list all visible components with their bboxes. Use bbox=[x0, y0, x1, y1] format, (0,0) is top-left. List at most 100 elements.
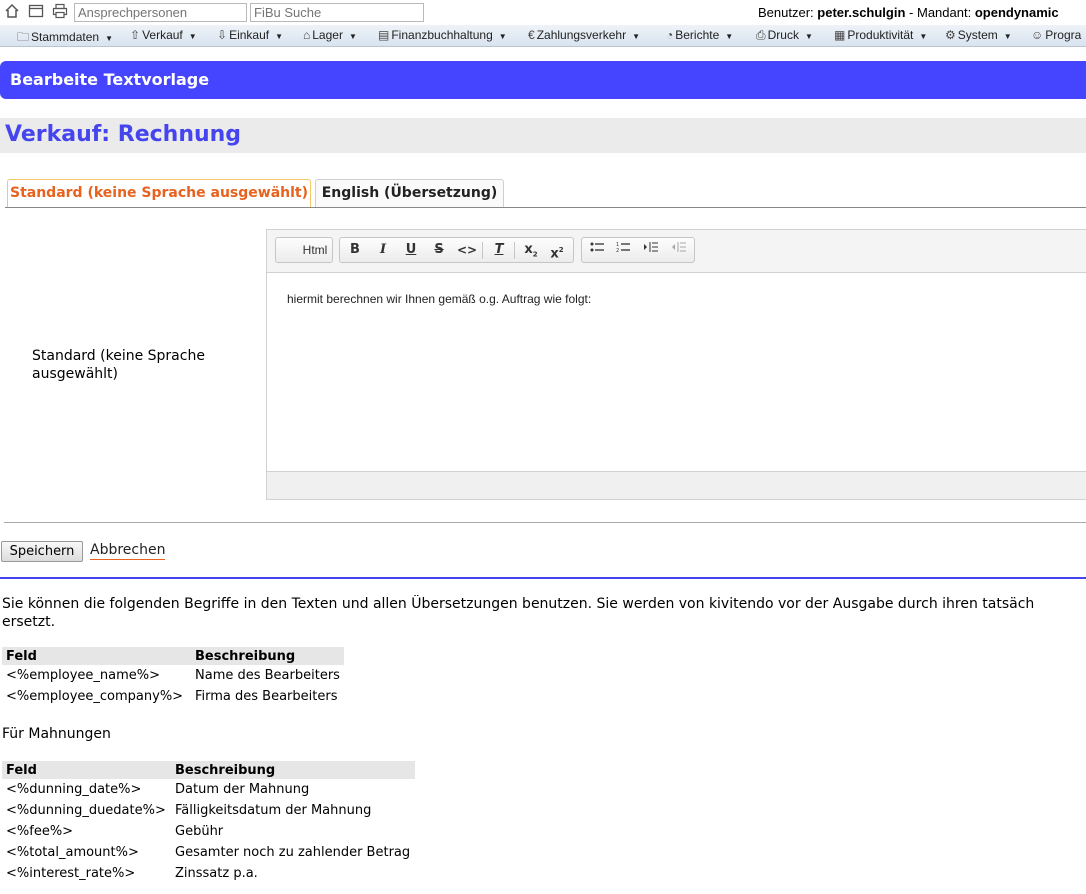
bold-button[interactable]: B bbox=[344, 241, 366, 259]
menu-zahlungsverkehr[interactable]: € Zahlungsverkehr ▼ bbox=[528, 28, 640, 42]
contacts-search-input[interactable] bbox=[74, 3, 247, 22]
subscript-button[interactable]: x2 bbox=[520, 241, 542, 259]
table-row: <%fee%> Gebühr bbox=[2, 821, 415, 842]
tab-standard[interactable]: Standard (keine Sprache ausgewählt) bbox=[7, 179, 311, 207]
field-label: Standard (keine Sprache ausgewählt) bbox=[32, 348, 205, 382]
format-group: B I U S <> T x2 x2 bbox=[339, 237, 574, 263]
table-row: <%employee_name%> Name des Bearbeiters bbox=[2, 665, 344, 686]
field-cell: <%dunning_date%> bbox=[6, 782, 142, 797]
main-menu: 🗀 Stammdaten ▼ ⇧ Verkauf ▼ ⇩ Einkauf ▼ ⌂ Lager ▼… bbox=[0, 25, 1086, 47]
strikethrough-button[interactable]: S bbox=[428, 241, 450, 259]
field-cell: <%dunning_duedate%> bbox=[6, 803, 166, 818]
printer-icon: ⎙ bbox=[756, 28, 766, 42]
menu-programm[interactable]: ☺ Progra bbox=[1031, 28, 1081, 42]
tab-english[interactable]: English (Übersetzung) bbox=[315, 179, 504, 207]
field-cell: <%interest_rate%> bbox=[6, 866, 136, 881]
menu-lager[interactable]: ⌂ Lager ▼ bbox=[303, 28, 357, 42]
save-button[interactable]: Speichern bbox=[1, 541, 83, 562]
bullet-list-icon[interactable] bbox=[586, 241, 608, 259]
outdent-icon[interactable] bbox=[668, 241, 690, 259]
caret-down-icon: ▼ bbox=[188, 32, 197, 41]
superscript-glyph: x bbox=[550, 246, 559, 262]
cancel-link[interactable]: Abbrechen bbox=[90, 542, 166, 560]
table-row: <%employee_company%> Firma des Bearbeite… bbox=[2, 686, 344, 707]
menu-druck[interactable]: ⎙ Druck ▼ bbox=[756, 28, 813, 43]
column-header: Beschreibung bbox=[191, 647, 344, 665]
description-cell: Gebühr bbox=[175, 824, 224, 839]
svg-text:2: 2 bbox=[616, 248, 619, 253]
menu-label: Einkauf bbox=[229, 28, 270, 42]
caret-down-icon: ▼ bbox=[275, 32, 284, 41]
menu-label: Stammdaten bbox=[31, 30, 100, 44]
html-button[interactable]: Html bbox=[300, 241, 330, 259]
table-header-row: Feld Beschreibung bbox=[2, 647, 344, 665]
numbered-list-icon[interactable]: 12 bbox=[612, 241, 634, 259]
user-name: peter.schulgin bbox=[817, 5, 906, 20]
info-line-2: ersetzt. bbox=[2, 614, 56, 630]
field-cell: <%fee%> bbox=[6, 824, 74, 839]
page-title: Verkauf: Rechnung bbox=[5, 122, 242, 147]
code-button[interactable]: <> bbox=[456, 241, 478, 259]
caret-down-icon: ▼ bbox=[105, 34, 113, 43]
menu-label: Zahlungsverkehr bbox=[536, 28, 627, 42]
table-row: <%dunning_duedate%> Fälligkeitsdatum der… bbox=[2, 800, 415, 821]
table-row: <%dunning_date%> Datum der Mahnung bbox=[2, 779, 415, 800]
description-cell: Zinssatz p.a. bbox=[175, 866, 258, 881]
field-cell: <%employee_company%> bbox=[6, 689, 184, 704]
client-name: opendynamic bbox=[974, 5, 1059, 20]
description-cell: Gesamter noch zu zahlender Betrag bbox=[175, 845, 411, 860]
caret-down-icon: ▼ bbox=[919, 32, 928, 41]
menu-verkauf[interactable]: ⇧ Verkauf ▼ bbox=[130, 28, 197, 42]
table-header-row: Feld Beschreibung bbox=[2, 761, 415, 779]
variables-table: Feld Beschreibung <%employee_name%> Name… bbox=[2, 647, 344, 707]
underline-button[interactable]: U bbox=[400, 241, 422, 259]
superscript-button[interactable]: x2 bbox=[546, 241, 568, 262]
toolbar-separator bbox=[514, 242, 515, 259]
list-group: 12 bbox=[581, 237, 695, 263]
home-icon[interactable] bbox=[4, 3, 20, 19]
fibu-search-input[interactable] bbox=[250, 3, 424, 22]
header-title: Bearbeite Textvorlage bbox=[10, 70, 210, 89]
print-icon[interactable] bbox=[52, 3, 68, 19]
menu-label: System bbox=[957, 28, 998, 42]
calendar-icon: ▦ bbox=[834, 28, 846, 42]
editor-status-bar bbox=[267, 471, 1086, 499]
window-icon[interactable] bbox=[28, 3, 44, 19]
page-title-bar: Verkauf: Rechnung bbox=[0, 118, 1086, 153]
description-cell: Name des Bearbeiters bbox=[195, 668, 340, 683]
rich-text-editor: Html B I U S <> T x2 x2 12 hiermit berec… bbox=[266, 229, 1086, 500]
menu-einkauf[interactable]: ⇩ Einkauf ▼ bbox=[217, 28, 283, 42]
html-group: Html bbox=[275, 237, 333, 263]
menu-system[interactable]: ⚙ System ▼ bbox=[945, 28, 1012, 42]
column-header: Feld bbox=[2, 647, 191, 665]
column-header: Beschreibung bbox=[171, 761, 415, 779]
top-bar: Benutzer: peter.schulgin - Mandant: open… bbox=[0, 0, 1086, 25]
dunning-variables-table: Feld Beschreibung <%dunning_date%> Datum… bbox=[2, 761, 415, 884]
info-line-1: Sie können die folgenden Begriffe in den… bbox=[2, 596, 1035, 612]
italic-button[interactable]: I bbox=[372, 241, 394, 259]
menu-finanzbuchhaltung[interactable]: ▤ Finanzbuchhaltung ▼ bbox=[378, 28, 507, 42]
editor-toolbar: Html B I U S <> T x2 x2 12 bbox=[267, 230, 1086, 273]
editor-content[interactable]: hiermit berechnen wir Ihnen gemäß o.g. A… bbox=[287, 292, 591, 306]
folder-icon: 🗀 bbox=[17, 30, 30, 44]
menu-berichte[interactable]: ◔ Berichte ▼ bbox=[666, 28, 733, 42]
toolbar-separator bbox=[482, 242, 483, 259]
menu-label: Lager bbox=[312, 28, 343, 42]
menu-label: Verkauf bbox=[142, 28, 183, 42]
description-cell: Firma des Bearbeiters bbox=[195, 689, 338, 704]
clear-format-button[interactable]: T bbox=[488, 241, 510, 259]
indent-icon[interactable] bbox=[640, 241, 662, 259]
caret-down-icon: ▼ bbox=[725, 32, 734, 41]
user-label: Benutzer: bbox=[758, 5, 814, 20]
superscript-mark-icon: 2 bbox=[558, 246, 564, 254]
field-cell: <%employee_name%> bbox=[6, 668, 161, 683]
subscript-glyph: x bbox=[524, 242, 533, 257]
dunning-section-label: Für Mahnungen bbox=[2, 726, 111, 742]
form-divider bbox=[4, 522, 1086, 523]
menu-stammdaten[interactable]: 🗀 Stammdaten ▼ bbox=[17, 28, 113, 46]
caret-down-icon: ▼ bbox=[632, 32, 640, 41]
caret-down-icon: ▼ bbox=[804, 32, 813, 41]
table-row: <%interest_rate%> Zinssatz p.a. bbox=[2, 863, 415, 884]
euro-icon: € bbox=[528, 28, 535, 42]
menu-produktivitaet[interactable]: ▦ Produktivität ▼ bbox=[834, 28, 927, 42]
